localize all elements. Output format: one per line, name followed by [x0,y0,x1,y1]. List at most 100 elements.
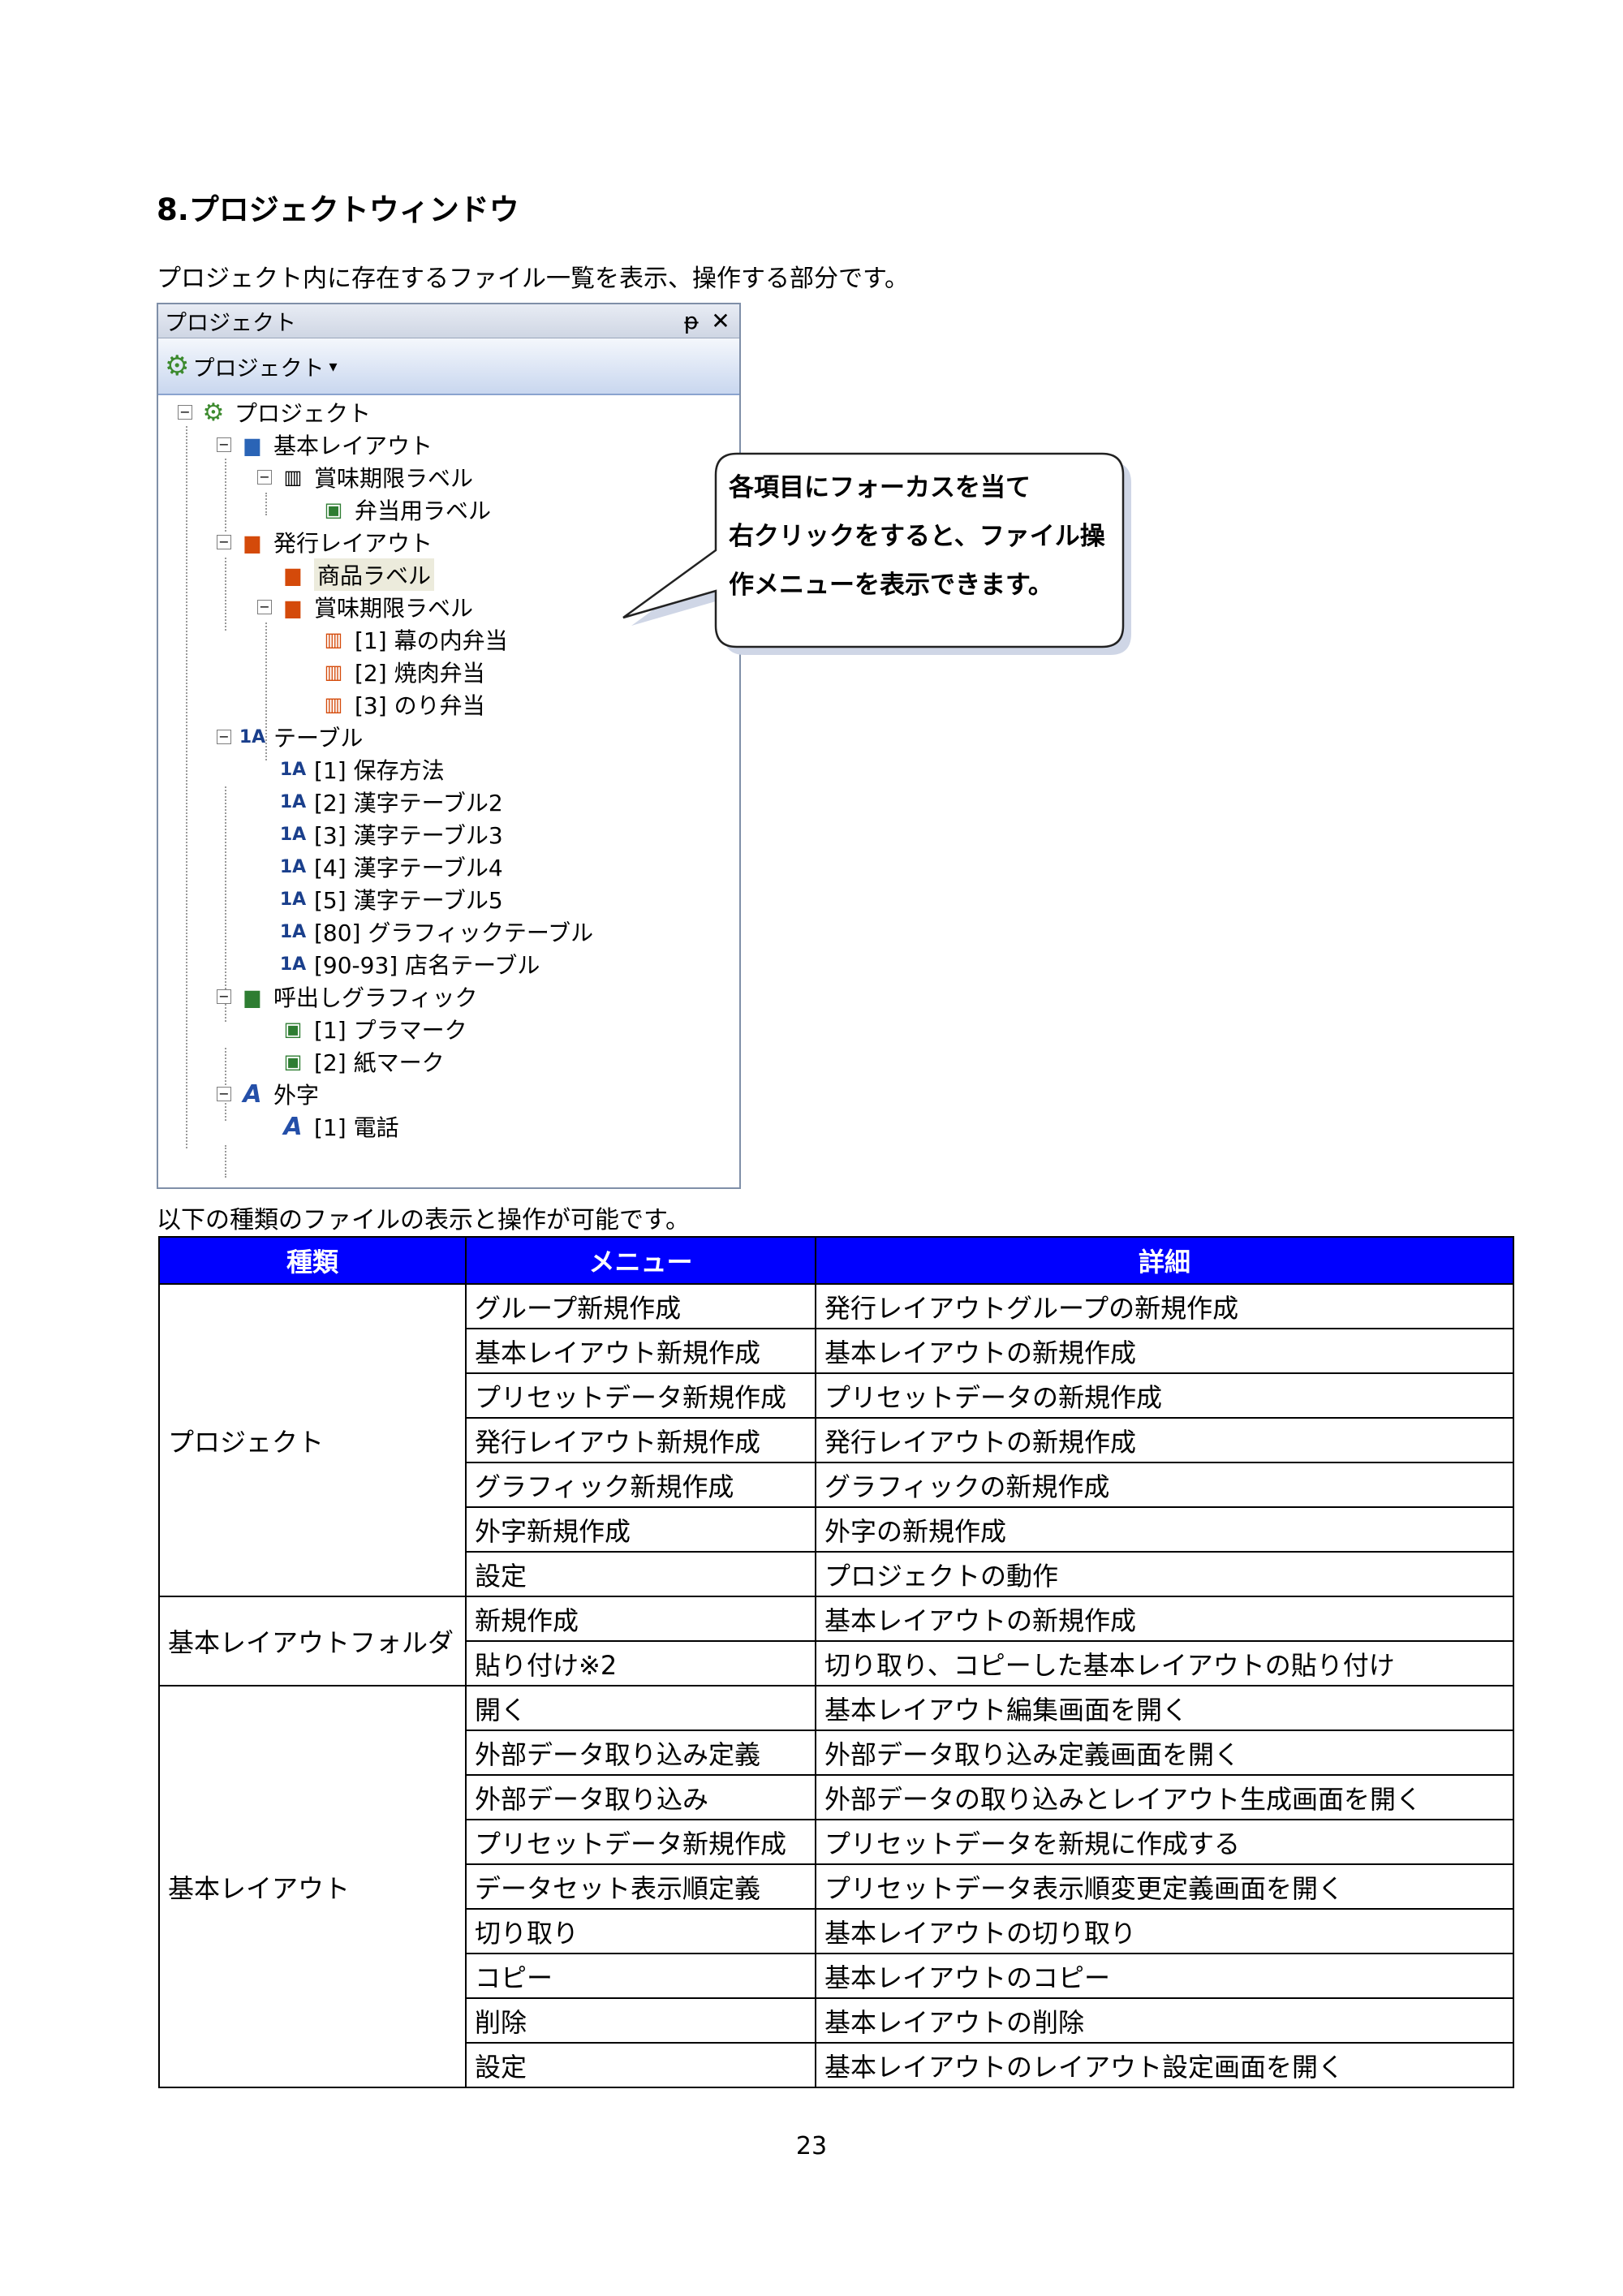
collapse-icon[interactable]: − [257,470,272,485]
tree-node-call-graphic[interactable]: − ▆ 呼出しグラフィック [217,981,477,1012]
detail-cell: 基本レイアウトの新規作成 [815,1328,1514,1374]
table-row: プロジェクト グループ新規作成 発行レイアウトグループの新規作成 [158,1283,1514,1597]
type-cell: プロジェクト [158,1283,467,1597]
type-cell: 基本レイアウト [158,1685,467,2088]
close-icon[interactable]: ✕ [708,308,733,334]
intro-text: プロジェクト内に存在するファイル一覧を表示、操作する部分です。 [157,265,909,293]
menu-cell: グラフィック新規作成 [465,1462,816,1508]
type-cell: 基本レイアウトフォルダ [158,1596,467,1686]
menu-cell: 設定 [465,1551,816,1597]
callout-line-2: 右クリックをすると、ファイル操 [729,522,1105,551]
menu-cell: 削除 [465,1997,816,2044]
table-row: 基本レイアウト 開く 基本レイアウト編集画面を開く [158,1685,1514,2088]
tree-node-item-1[interactable]: ▥ [1] 幕の内弁当 [317,624,508,655]
tree-node-graphic-2[interactable]: ▣ [2] 紙マーク [277,1046,445,1077]
detail-cell: 外部データの取り込みとレイアウト生成画面を開く [815,1774,1514,1820]
graphic-icon: ▣ [283,1018,303,1040]
table-folder-icon: 1A [239,726,266,747]
page-number: 23 [795,2132,828,2160]
tree-node-basic-layout[interactable]: − ▆ 基本レイアウト [217,429,433,460]
table-row: 基本レイアウトフォルダ 新規作成 基本レイアウトの新規作成 [158,1596,1514,1686]
preset-data-icon: ▣ [324,498,343,521]
menu-cell: 切り取り [465,1908,816,1954]
menu-cell: プリセットデータ新規作成 [465,1819,816,1865]
tree-node-table-2[interactable]: 1A [2] 漢字テーブル2 [277,786,503,817]
barcode-icon: ▥ [324,628,343,651]
collapse-icon[interactable]: − [217,730,231,744]
detail-cell: 発行レイアウトグループの新規作成 [815,1283,1514,1329]
menu-cell: 発行レイアウト新規作成 [465,1417,816,1463]
tree-node-gaiji[interactable]: − A 外字 [217,1079,319,1109]
table-icon: 1A [279,856,307,877]
collapse-icon[interactable]: − [217,1087,231,1101]
menu-cell: プリセットデータ新規作成 [465,1372,816,1419]
detail-cell: 基本レイアウトのレイアウト設定画面を開く [815,2042,1514,2088]
tree-node-expiry-label[interactable]: − ▥ 賞味期限ラベル [257,462,473,493]
menu-cell: 外部データ取り込み [465,1774,816,1820]
table-icon: 1A [279,889,307,910]
project-toolbar-button[interactable]: ⚙ プロジェクト ▾ [158,338,739,395]
barcode-icon: ▥ [283,466,303,489]
tree-node-expiry-label-2[interactable]: − ▆ 賞味期限ラベル [257,592,473,622]
table-intro: 以下の種類のファイルの表示と操作が可能です。 [157,1206,690,1234]
tip-callout: 各項目にフォーカスを当て 右クリックをすると、ファイル操 作メニューを表示できま… [622,449,1131,655]
menu-cell: 開く [465,1685,816,1731]
tree-node-product-label[interactable]: ▆ 商品ラベル [277,558,435,591]
detail-cell: グラフィックの新規作成 [815,1462,1514,1508]
graphic-folder-icon: ▆ [244,985,260,1008]
layout-group-icon: ▆ [285,596,301,618]
tree-node-issue-layout[interactable]: − ▆ 発行レイアウト [217,527,433,558]
barcode-icon: ▥ [324,661,343,683]
tree-node-gaiji-1[interactable]: A [1] 電話 [277,1111,398,1142]
graphic-table-icon: 1A [279,921,307,942]
menu-cell: グループ新規作成 [465,1283,816,1329]
tree-node-item-3[interactable]: ▥ [3] のり弁当 [317,689,485,720]
collapse-icon[interactable]: − [217,535,231,549]
toolbar-label: プロジェクト [192,355,325,381]
table-icon: 1A [279,791,307,812]
panel-title-bar: プロジェクト ᵽ ✕ [158,304,739,338]
graphic-icon: ▣ [283,1050,303,1073]
header-detail: 詳細 [815,1236,1514,1285]
detail-cell: 基本レイアウトのコピー [815,1953,1514,1999]
detail-cell: 基本レイアウトの新規作成 [815,1596,1514,1642]
tree-node-bento-label[interactable]: ▣ 弁当用ラベル [317,494,491,525]
project-gear-icon: ⚙ [165,350,190,382]
detail-cell: 基本レイアウト編集画面を開く [815,1685,1514,1731]
glyph-folder-icon: A [243,1079,262,1109]
tree-node-table-3[interactable]: 1A [3] 漢字テーブル3 [277,819,503,850]
tree-node-table-1[interactable]: 1A [1] 保存方法 [277,754,445,785]
collapse-icon[interactable]: − [257,600,272,614]
detail-cell: プリセットデータの新規作成 [815,1372,1514,1419]
collapse-icon[interactable]: − [178,405,192,420]
tree-node-table-5[interactable]: 1A [5] 漢字テーブル5 [277,884,503,915]
table-header-row: 種類 メニュー 詳細 [158,1236,1514,1285]
collapse-icon[interactable]: − [217,989,231,1004]
table-icon: 1A [279,954,307,975]
header-type: 種類 [158,1236,467,1285]
tree-node-project[interactable]: − ⚙ プロジェクト [178,397,371,428]
callout-line-3: 作メニューを表示できます。 [729,571,1053,600]
barcode-icon: ▥ [324,693,343,716]
detail-cell: 基本レイアウトの切り取り [815,1908,1514,1954]
tree-node-graphic-1[interactable]: ▣ [1] プラマーク [277,1014,467,1045]
folder-icon: ▆ [244,531,260,554]
collapse-icon[interactable]: − [217,437,231,452]
detail-cell: 切り取り、コピーした基本レイアウトの貼り付け [815,1640,1514,1686]
detail-cell: 基本レイアウトの削除 [815,1997,1514,2044]
detail-cell: 外字の新規作成 [815,1506,1514,1553]
menu-cell: 外字新規作成 [465,1506,816,1553]
pin-icon[interactable]: ᵽ [679,308,704,334]
panel-title: プロジェクト [165,311,296,336]
detail-cell: プロジェクトの動作 [815,1551,1514,1597]
project-window: プロジェクト ᵽ ✕ ⚙ プロジェクト ▾ − ⚙ プロジェクト − ▆ 基本レ… [157,303,741,1189]
tree-node-item-2[interactable]: ▥ [2] 焼肉弁当 [317,657,485,687]
detail-cell: 外部データ取り込み定義画面を開く [815,1730,1514,1776]
tree-node-table[interactable]: − 1A テーブル [217,722,363,752]
tree-node-table-80[interactable]: 1A [80] グラフィックテーブル [277,916,593,947]
tree-node-table-90[interactable]: 1A [90-93] 店名テーブル [277,949,540,980]
tree-node-table-4[interactable]: 1A [4] 漢字テーブル4 [277,851,503,882]
folder-icon: ▆ [244,433,260,456]
chevron-down-icon: ▾ [329,356,338,376]
menu-cell: 設定 [465,2042,816,2088]
